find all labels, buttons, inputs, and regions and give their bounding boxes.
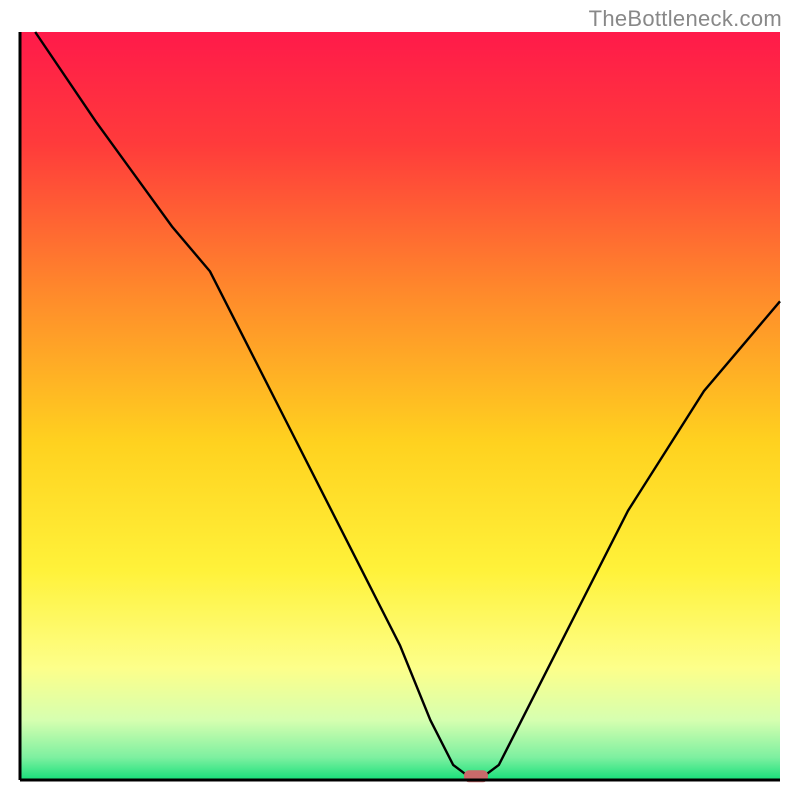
bottleneck-chart: TheBottleneck.com [0,0,800,800]
chart-svg [0,0,800,800]
plot-background [20,32,780,780]
watermark-text: TheBottleneck.com [589,6,782,32]
